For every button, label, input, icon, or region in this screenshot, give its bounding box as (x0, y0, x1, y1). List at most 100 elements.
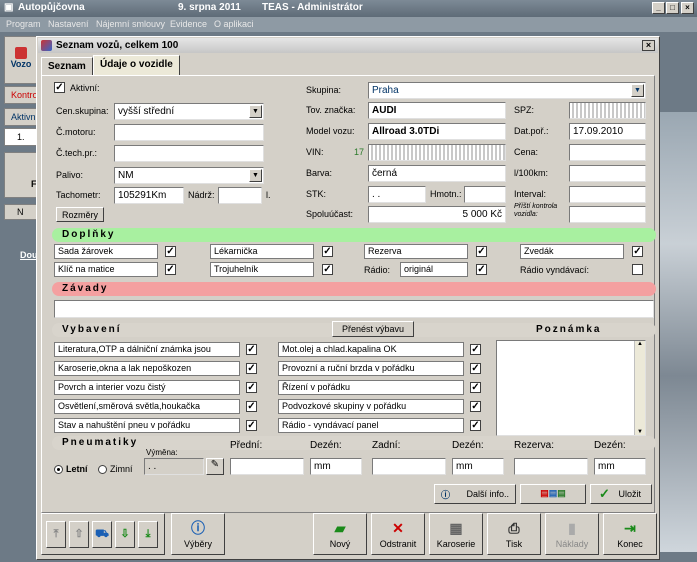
poznamka-scrollbar[interactable]: ▲ ▼ (634, 341, 645, 435)
last-record-icon[interactable]: ⤓ (138, 521, 158, 548)
window-title: Seznam vozů, celkem 100 (56, 40, 179, 51)
konec-button[interactable]: ⇥ Konec (603, 513, 657, 555)
vybava-right-1-checkbox[interactable]: ✓ (470, 363, 481, 374)
barva-input[interactable]: černá (368, 165, 506, 182)
tov-znacka-input[interactable]: AUDI (368, 102, 506, 119)
spoluucast-input[interactable]: 5 000 Kč (368, 206, 506, 223)
vybava-right-3-checkbox[interactable]: ✓ (470, 401, 481, 412)
palivo-select[interactable]: NM ▼ (114, 167, 264, 184)
model-input[interactable]: Allroad 3.0TDi (368, 123, 506, 140)
doplnek-rezerva-checkbox[interactable]: ✓ (476, 246, 487, 257)
karoserie-button[interactable]: ▦ Karoserie (429, 513, 483, 555)
maximize-button[interactable]: □ (666, 2, 679, 14)
hmotn-input[interactable] (464, 186, 506, 203)
zavady-input[interactable] (54, 300, 654, 318)
zadni-input[interactable] (372, 458, 446, 475)
predni-input[interactable] (230, 458, 304, 475)
dezen-predni-input[interactable]: mm (310, 458, 362, 475)
tachometr-input[interactable]: 105291Km (114, 187, 184, 204)
menu-nastaveni[interactable]: Nastavení (48, 19, 89, 29)
vybery-button[interactable]: ⓘ Výběry (171, 513, 225, 555)
side-link-dou[interactable]: Dou (20, 250, 38, 260)
vybava-left-2-checkbox[interactable]: ✓ (246, 382, 257, 393)
side-button-vozy[interactable]: Vozo (4, 36, 38, 84)
rezerva-input[interactable] (514, 458, 588, 475)
menu-program[interactable]: Program (6, 19, 41, 29)
tab-seznam[interactable]: Seznam (41, 57, 93, 75)
cena-label: Cena: (514, 147, 539, 157)
radio-vyndavaci-checkbox[interactable] (632, 264, 643, 275)
skupina-select[interactable]: Praha ▼ (368, 82, 646, 99)
menu-smlouvy[interactable]: Nájemní smlouvy (96, 19, 165, 29)
app-close-button[interactable]: × (681, 2, 694, 14)
vybava-left-3-checkbox[interactable]: ✓ (246, 401, 257, 412)
doplnek-trojuhelnik-checkbox[interactable]: ✓ (322, 264, 333, 275)
next-record-icon[interactable]: ⇩ (115, 521, 135, 548)
pencil-icon[interactable]: ✎ (206, 458, 224, 475)
vybava-left-1-checkbox[interactable]: ✓ (246, 363, 257, 374)
naklady-button[interactable]: ▮ Náklady (545, 513, 599, 555)
vybava-left-4-checkbox[interactable]: ✓ (246, 420, 257, 431)
search-car-icon[interactable]: ⛟ (92, 521, 112, 548)
doplnek-klic-checkbox[interactable]: ✓ (165, 264, 176, 275)
radio-value[interactable]: originál (400, 262, 468, 277)
vybava-right-0-checkbox[interactable]: ✓ (470, 344, 481, 355)
cen-skupina-select[interactable]: vyšší střední ▼ (114, 103, 264, 120)
new-icon: ▰ (334, 520, 346, 536)
dat-por-input[interactable]: 17.09.2010 (569, 123, 646, 140)
prenest-vybavu-button[interactable]: Přenést výbavu (332, 321, 414, 337)
chevron-down-icon[interactable]: ▼ (631, 84, 644, 97)
first-record-icon[interactable]: ⤒ (46, 521, 66, 548)
pristi-input[interactable] (569, 206, 646, 223)
letni-radio[interactable] (54, 465, 63, 474)
tab-udaje[interactable]: Údaje o vozidle (93, 55, 180, 75)
prev-record-icon[interactable]: ⇧ (69, 521, 89, 548)
aktivni-checkbox[interactable]: ✓ (54, 82, 65, 93)
doplnek-sada-zarovek-checkbox[interactable]: ✓ (165, 246, 176, 257)
menu-evidence[interactable]: Evidence (170, 19, 207, 29)
interval-input[interactable] (569, 186, 646, 203)
radio-checkbox[interactable]: ✓ (476, 264, 487, 275)
tisk-button[interactable]: ⎙ Tisk (487, 513, 541, 555)
chevron-down-icon[interactable]: ▼ (249, 105, 262, 118)
l100-input[interactable] (569, 165, 646, 182)
side-button-aktivni[interactable]: Aktivn (4, 108, 38, 126)
minimize-button[interactable]: _ (652, 2, 665, 14)
vin-input[interactable] (368, 144, 506, 161)
doplnek-zvedak-checkbox[interactable]: ✓ (632, 246, 643, 257)
export-button[interactable]: ▤▤▤ (520, 484, 586, 504)
stk-input[interactable]: . . (368, 186, 426, 203)
scroll-up-icon[interactable]: ▲ (635, 341, 645, 347)
c-motoru-input[interactable] (114, 124, 264, 141)
zimni-radio[interactable] (98, 465, 107, 474)
rozmery-button[interactable]: Rozměry (56, 207, 104, 222)
chevron-down-icon[interactable]: ▼ (249, 169, 262, 182)
vybava-right-2-checkbox[interactable]: ✓ (470, 382, 481, 393)
vymena-input[interactable]: . . (144, 458, 204, 475)
dezen-zadni-input[interactable]: mm (452, 458, 504, 475)
poznamka-textarea[interactable]: ▲ ▼ (496, 340, 646, 436)
car-body-icon: ▦ (449, 520, 463, 536)
app-logo-icon: ▣ (4, 2, 14, 13)
spz-input[interactable] (569, 102, 646, 119)
cena-input[interactable] (569, 144, 646, 161)
scroll-down-icon[interactable]: ▼ (635, 429, 645, 435)
side-field[interactable]: 1. (4, 128, 38, 146)
ulozit-button[interactable]: ✓ Uložit (590, 484, 652, 504)
dalsi-info-button[interactable]: ⓘ Další info.. (434, 484, 516, 504)
palivo-label: Palivo: (56, 170, 84, 180)
odstranit-button[interactable]: ✕ Odstranit (371, 513, 425, 555)
novy-button[interactable]: ▰ Nový (313, 513, 367, 555)
dezen-rezerva-input[interactable]: mm (594, 458, 646, 475)
c-tech-input[interactable] (114, 145, 264, 162)
zimni-label: Zimní (110, 464, 133, 474)
menu-o-aplikaci[interactable]: O aplikaci (214, 19, 254, 29)
side-button-n[interactable]: N (4, 204, 38, 220)
doplnek-lekarnicka-checkbox[interactable]: ✓ (322, 246, 333, 257)
side-button-kontrol[interactable]: Kontro (4, 86, 38, 104)
nadrz-input[interactable] (218, 187, 262, 204)
side-button-f[interactable]: F (4, 152, 38, 198)
vybava-right-4-checkbox[interactable]: ✓ (470, 420, 481, 431)
window-close-button[interactable]: × (642, 40, 655, 51)
vybava-left-0-checkbox[interactable]: ✓ (246, 344, 257, 355)
